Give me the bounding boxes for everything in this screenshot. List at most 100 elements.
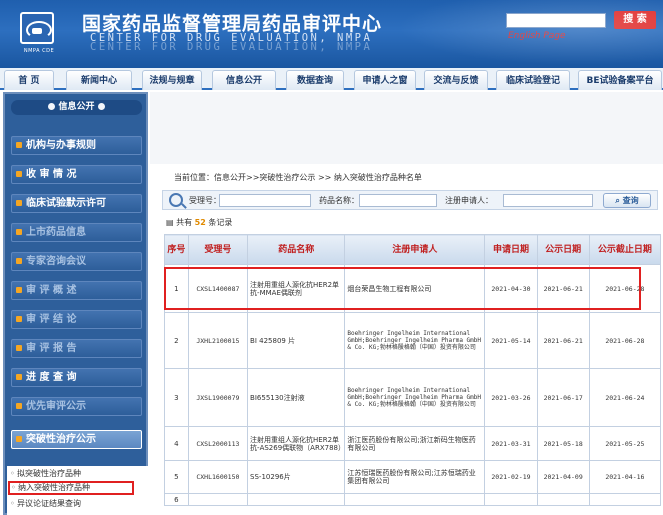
- cell-publish-date: [536, 493, 590, 506]
- sub-item-included[interactable]: 纳入突破性治疗品种: [8, 481, 134, 495]
- sidebar-item-priority-review[interactable]: 优先审评公示: [11, 397, 142, 416]
- count-suffix: 条记录: [208, 218, 233, 227]
- search-button[interactable]: 搜 索: [614, 11, 656, 29]
- cell-index: 4: [164, 426, 189, 461]
- cell-accept-no: JXHL2100015: [187, 312, 249, 369]
- sidebar-title: 信息公开: [11, 100, 142, 115]
- sidebar-item-progress[interactable]: 进 度 查 询: [11, 368, 142, 387]
- nav-info-public[interactable]: 信息公开: [212, 70, 276, 90]
- search-icon: ⌕: [615, 196, 623, 205]
- filter-bar: 受理号： 药品名称： 注册申请人： ⌕ 查询: [162, 190, 658, 210]
- cell-drug-name[interactable]: BI655130注射液: [247, 368, 346, 427]
- nav-regulations[interactable]: 法规与规章: [142, 70, 202, 90]
- content-banner: [150, 92, 663, 164]
- applicant-label: 注册申请人：: [445, 196, 493, 205]
- cell-applicant: 浙江医药股份有限公司;浙江新码生物医药有限公司: [344, 426, 486, 461]
- cell-deadline: 2021-06-24: [588, 368, 662, 427]
- cell-accept-no: [187, 493, 249, 506]
- english-page-link[interactable]: English Page: [508, 31, 566, 41]
- bullet-icon: [48, 103, 56, 110]
- applicant-input[interactable]: [503, 194, 593, 207]
- magnifier-icon: [169, 193, 183, 207]
- col-header-publish-date[interactable]: 公示日期: [536, 234, 590, 265]
- emblem-icon: [20, 12, 54, 44]
- cell-deadline: 2021-06-28: [588, 312, 662, 369]
- highlight-annotation: [164, 267, 641, 310]
- sidebar-item-review-overview[interactable]: 审 评 概 述: [11, 281, 142, 300]
- table-row[interactable]: 5 CXHL1600150 SS-10296片 江苏恒瑞医药股份有限公司;江苏恒…: [164, 460, 662, 494]
- nav-be-platform[interactable]: BE试验备案平台: [578, 70, 662, 90]
- sidebar-item-receipt[interactable]: 收 审 情 况: [11, 165, 142, 184]
- cell-accept-no: CXSL2000113: [187, 426, 249, 461]
- sidebar-item-review-conclusion[interactable]: 审 评 结 论: [11, 310, 142, 329]
- nav-data-query[interactable]: 数据查询: [286, 70, 344, 90]
- drug-name-input[interactable]: [359, 194, 437, 207]
- logo-code: NMPA CDE: [23, 48, 55, 54]
- cell-index: 6: [164, 493, 189, 506]
- nav-applicant-window[interactable]: 申请人之窗: [354, 70, 416, 90]
- cell-publish-date: 2021-04-09: [536, 460, 590, 494]
- cell-drug-name[interactable]: [247, 493, 346, 506]
- col-header-apply-date[interactable]: 申请日期: [484, 234, 538, 265]
- sidebar-item-expert-meeting[interactable]: 专家咨询会议: [11, 252, 142, 271]
- query-button-label: 查询: [622, 196, 639, 205]
- sidebar-item-breakthrough[interactable]: 突破性治疗公示: [11, 430, 142, 449]
- table-row[interactable]: 6: [164, 493, 662, 506]
- sub-item-proposed[interactable]: 拟突破性治疗品种: [9, 468, 81, 480]
- nav-news[interactable]: 新闻中心: [66, 70, 132, 90]
- sidebar-item-marketed-drugs[interactable]: 上市药品信息: [11, 223, 142, 242]
- cell-applicant: Boehringer Ingelheim International GmbH;…: [344, 368, 486, 427]
- sub-item-objection[interactable]: 异议论证结果查询: [9, 498, 81, 510]
- count-number: 52: [194, 218, 206, 227]
- cell-accept-no: CXHL1600150: [187, 460, 249, 494]
- cell-drug-name[interactable]: SS-10296片: [247, 460, 346, 494]
- col-header-index[interactable]: 序号: [164, 234, 189, 265]
- cell-drug-name[interactable]: BI 425809 片: [247, 312, 346, 369]
- record-count: ▤ 共有 52 条记录: [166, 217, 232, 228]
- col-header-drug-name[interactable]: 药品名称: [247, 234, 346, 265]
- sidebar-item-review-report[interactable]: 审 评 报 告: [11, 339, 142, 358]
- table-header-row: 序号 受理号 药品名称 注册申请人 申请日期 公示日期 公示截止日期: [164, 234, 662, 265]
- breakthrough-sub-list: 拟突破性治疗品种 纳入突破性治疗品种 异议论证结果查询: [7, 466, 148, 515]
- cell-apply-date: 2021-05-14: [484, 312, 538, 369]
- bullet-icon: [97, 103, 105, 110]
- cell-publish-date: 2021-06-21: [536, 312, 590, 369]
- cell-publish-date: 2021-06-17: [536, 368, 590, 427]
- search-input[interactable]: [506, 13, 606, 28]
- sidebar-item-clinical-license[interactable]: 临床试验默示许可: [11, 194, 142, 213]
- cell-publish-date: 2021-05-18: [536, 426, 590, 461]
- sidebar-item-rules[interactable]: 机构与办事规则: [11, 136, 142, 155]
- site-subtitle-reflection: CENTER FOR DRUG EVALUATION, NMPA: [90, 41, 373, 53]
- cell-applicant: Boehringer Ingelheim International GmbH;…: [344, 312, 486, 369]
- list-icon: ▤: [166, 218, 177, 227]
- cell-apply-date: 2021-02-19: [484, 460, 538, 494]
- cell-apply-date: 2021-03-31: [484, 426, 538, 461]
- site-header: NMPA CDE 国家药品监督管理局药品审评中心 CENTER FOR DRUG…: [0, 0, 663, 68]
- cell-deadline: [588, 493, 662, 506]
- query-button[interactable]: ⌕ 查询: [603, 193, 651, 208]
- cell-applicant: 江苏恒瑞医药股份有限公司;江苏恒瑞药业集团有限公司: [344, 460, 486, 494]
- col-header-accept-no[interactable]: 受理号: [187, 234, 249, 265]
- col-header-applicant[interactable]: 注册申请人: [344, 234, 486, 265]
- site-logo[interactable]: NMPA CDE: [8, 8, 66, 60]
- cell-drug-name[interactable]: 注射用重组人源化抗HER2单抗-AS269偶联物（ARX788）: [247, 426, 346, 461]
- table-row[interactable]: 2 JXHL2100015 BI 425809 片 Boehringer Ing…: [164, 312, 662, 369]
- nav-clinical-trial[interactable]: 临床试验登记: [496, 70, 570, 90]
- main-nav: 首 页 新闻中心 法规与规章 信息公开 数据查询 申请人之窗 交流与反馈 临床试…: [0, 68, 663, 90]
- nav-home[interactable]: 首 页: [4, 70, 54, 90]
- cell-deadline: 2021-05-25: [588, 426, 662, 461]
- cell-apply-date: [484, 493, 538, 506]
- drug-name-label: 药品名称：: [319, 196, 359, 205]
- cell-index: 3: [164, 368, 189, 427]
- accept-no-input[interactable]: [219, 194, 311, 207]
- table-row[interactable]: 4 CXSL2000113 注射用重组人源化抗HER2单抗-AS269偶联物（A…: [164, 426, 662, 461]
- cell-applicant: [344, 493, 486, 506]
- col-header-deadline[interactable]: 公示截止日期: [588, 234, 662, 265]
- table-row[interactable]: 3 JXSL1900079 BI655130注射液 Boehringer Ing…: [164, 368, 662, 427]
- cell-index: 2: [164, 312, 189, 369]
- cell-accept-no: JXSL1900079: [187, 368, 249, 427]
- nav-feedback[interactable]: 交流与反馈: [424, 70, 488, 90]
- accept-no-label: 受理号：: [189, 196, 221, 205]
- cell-apply-date: 2021-03-26: [484, 368, 538, 427]
- sidebar-title-label: 信息公开: [58, 102, 95, 112]
